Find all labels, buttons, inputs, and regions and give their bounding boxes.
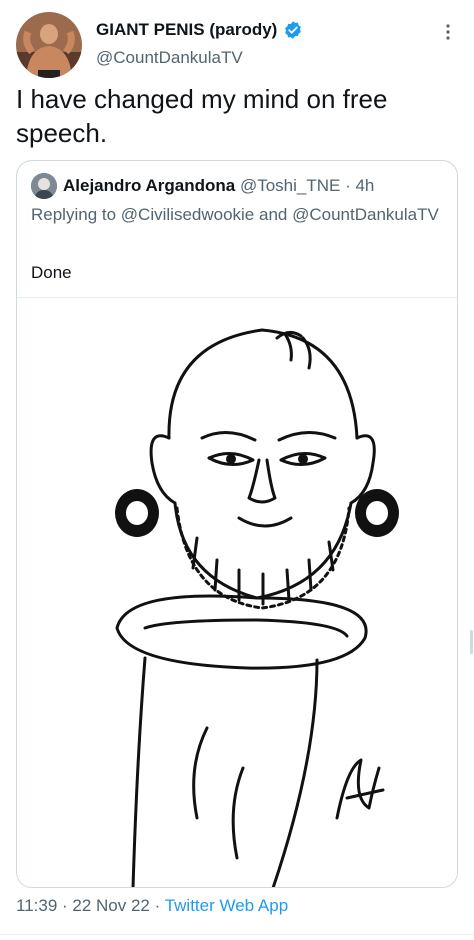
tweet-source-link[interactable]: Twitter Web App [165,896,288,915]
tweet-timestamp[interactable]: 11:39 · 22 Nov 22 · [16,896,160,915]
quoted-image[interactable] [17,297,457,887]
verified-badge-icon [285,21,302,39]
scrollbar[interactable] [470,630,473,654]
author-name-text[interactable]: GIANT PENIS (parody) [96,20,277,40]
reply-mention-1[interactable]: @Civilisedwookie [121,205,254,224]
quoted-header: Alejandro Argandona @Toshi_TNE · 4h [63,176,374,196]
replying-to-prefix: Replying to [31,205,117,224]
replying-to-joiner: and [259,205,288,224]
author-handle[interactable]: @CountDankulaTV [96,48,243,68]
quoted-age: · 4h [345,176,375,195]
quoted-author-handle[interactable]: @Toshi_TNE [240,176,340,195]
caricature-drawing [115,328,399,887]
quoted-author-avatar[interactable] [31,173,57,199]
reply-mention-2[interactable]: @CountDankulaTV [292,205,439,224]
quoted-tweet-card[interactable]: Alejandro Argandona @Toshi_TNE · 4h Repl… [16,160,458,888]
author-avatar[interactable] [16,12,82,78]
quoted-text: Done [31,263,72,282]
divider [0,934,474,935]
replying-to-line: Replying to @Civilisedwookie and @CountD… [31,203,441,227]
tweet-footer: 11:39 · 22 Nov 22 · Twitter Web App [16,896,288,916]
tweet-text: I have changed my mind on free speech. [16,84,388,148]
author-name[interactable]: GIANT PENIS (parody) [96,20,303,40]
more-options-icon[interactable] [440,22,456,42]
quoted-author-name[interactable]: Alejandro Argandona [63,176,235,195]
